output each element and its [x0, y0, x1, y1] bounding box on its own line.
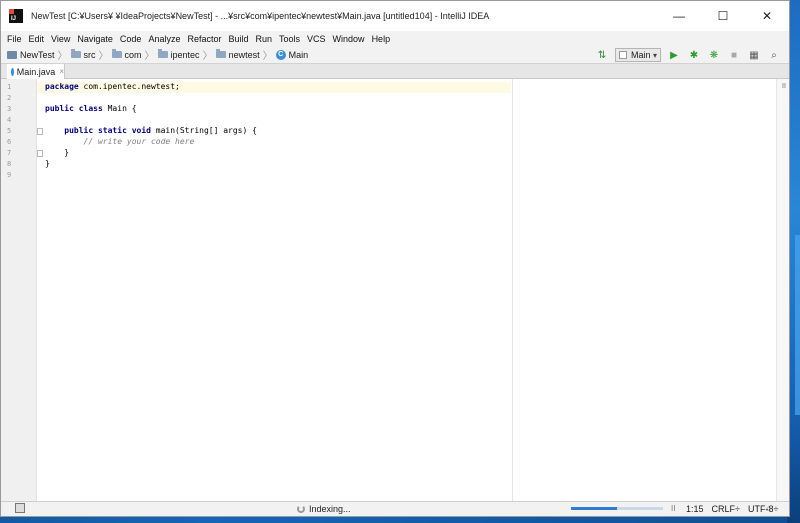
line-number: 1 [7, 83, 12, 91]
ide-window: IJ NewTest [C:¥Users¥ ¥IdeaProjects¥NewT… [0, 0, 790, 517]
menu-help[interactable]: Help [372, 34, 391, 44]
code-comment: // write your code here [45, 137, 195, 146]
title-bar[interactable]: IJ NewTest [C:¥Users¥ ¥IdeaProjects¥NewT… [1, 1, 789, 31]
close-icon[interactable]: × [59, 67, 64, 76]
chevron-down-icon: ▾ [652, 50, 657, 60]
chevron-right-icon: 〉 [262, 51, 273, 62]
fold-marker[interactable] [37, 128, 43, 135]
line-number: 7 [7, 149, 12, 157]
config-icon [619, 51, 627, 59]
window-title: NewTest [C:¥Users¥ ¥IdeaProjects¥NewTest… [31, 11, 490, 21]
line-separator[interactable]: CRLF÷ [712, 504, 740, 514]
file-encoding[interactable]: UTF-8÷ [748, 504, 778, 514]
code-line: public static void main(String[] args) { [45, 126, 257, 135]
menu-window[interactable]: Window [333, 34, 365, 44]
run-toolbar: ⇅ Main ▾ ▶ ✱ ❋ ■ ▦ ⌕ [589, 47, 781, 63]
line-number: 5 [7, 127, 12, 135]
breadcrumb-com[interactable]: com 〉 [111, 47, 158, 62]
minimize-button[interactable]: — [657, 1, 701, 31]
chevron-right-icon: 〉 [202, 51, 213, 62]
menu-run[interactable]: Run [256, 34, 273, 44]
code-line: } [45, 159, 50, 168]
code-line: package com.ipentec.newtest; [45, 82, 180, 91]
menu-navigate[interactable]: Navigate [77, 34, 113, 44]
folder-icon [70, 49, 81, 58]
menu-analyze[interactable]: Analyze [148, 34, 180, 44]
menu-vcs[interactable]: VCS [307, 34, 326, 44]
caret-position[interactable]: 1:15 [686, 504, 704, 514]
spinner-icon [297, 505, 305, 513]
code-line: public class Main { [45, 104, 137, 113]
folder-icon [215, 49, 226, 58]
lock-icon[interactable]: ⌂ [766, 504, 771, 513]
project-icon [7, 50, 17, 59]
tab-main-java[interactable]: Main.java × [7, 64, 65, 79]
breadcrumb-ipentec[interactable]: ipentec 〉 [157, 47, 216, 62]
breadcrumb-src[interactable]: src 〉 [70, 47, 112, 62]
close-button[interactable]: ✕ [745, 1, 789, 31]
intellij-app-icon: IJ [9, 9, 23, 23]
coverage-icon[interactable]: ❋ [707, 48, 721, 62]
stop-icon[interactable]: ■ [727, 48, 741, 62]
indexing-status[interactable]: Indexing... [297, 504, 351, 514]
chevron-right-icon: 〉 [144, 51, 155, 62]
desktop-decoration [795, 235, 800, 415]
menu-build[interactable]: Build [228, 34, 248, 44]
line-number: 6 [7, 138, 12, 146]
class-icon: C [275, 49, 286, 60]
pause-icon[interactable]: II [671, 504, 675, 513]
menu-refactor[interactable]: Refactor [187, 34, 221, 44]
editor-tab-bar: Main.java × [1, 64, 789, 79]
right-margin-guide [512, 79, 513, 501]
code-editor[interactable]: 1 2 3 4 5 6 7 8 9 package com.ipentec.ne… [1, 79, 789, 501]
menu-tools[interactable]: Tools [279, 34, 300, 44]
status-info: 1:15 CRLF÷ UTF-8÷ [686, 504, 786, 514]
folder-icon [157, 49, 168, 58]
project-structure-icon[interactable]: ▦ [747, 48, 761, 62]
line-number: 2 [7, 94, 12, 102]
menu-view[interactable]: View [51, 34, 70, 44]
breadcrumb-project[interactable]: NewTest 〉 [7, 47, 71, 62]
run-configuration-select[interactable]: Main ▾ [615, 48, 661, 62]
chevron-right-icon: 〉 [57, 51, 68, 62]
tool-windows-toggle-icon[interactable] [15, 503, 25, 513]
menu-file[interactable]: File [7, 34, 22, 44]
error-stripe[interactable] [776, 79, 789, 501]
search-icon[interactable]: ⌕ [767, 48, 781, 62]
breadcrumb-main[interactable]: C Main [275, 49, 308, 60]
menu-edit[interactable]: Edit [29, 34, 45, 44]
inspection-status-icon[interactable]: II [782, 83, 786, 90]
line-number: 8 [7, 160, 12, 168]
maximize-button[interactable]: ☐ [701, 1, 745, 31]
menu-code[interactable]: Code [120, 34, 142, 44]
debug-icon[interactable]: ✱ [687, 48, 701, 62]
breadcrumb-newtest[interactable]: newtest 〉 [215, 47, 276, 62]
line-number: 4 [7, 116, 12, 124]
line-number: 3 [7, 105, 12, 113]
window-controls: — ☐ ✕ [657, 1, 789, 31]
code-line: } [45, 148, 70, 157]
fold-marker[interactable] [37, 150, 43, 157]
run-icon[interactable]: ▶ [667, 48, 681, 62]
java-file-icon [11, 67, 14, 76]
indexing-progress-bar [571, 507, 663, 510]
line-number: 9 [7, 171, 12, 179]
progress-fill [571, 507, 617, 510]
chevron-right-icon: 〉 [98, 51, 109, 62]
menu-bar: File Edit View Navigate Code Analyze Ref… [1, 31, 789, 46]
folder-icon [111, 49, 122, 58]
sort-icon[interactable]: ⇅ [595, 48, 609, 62]
